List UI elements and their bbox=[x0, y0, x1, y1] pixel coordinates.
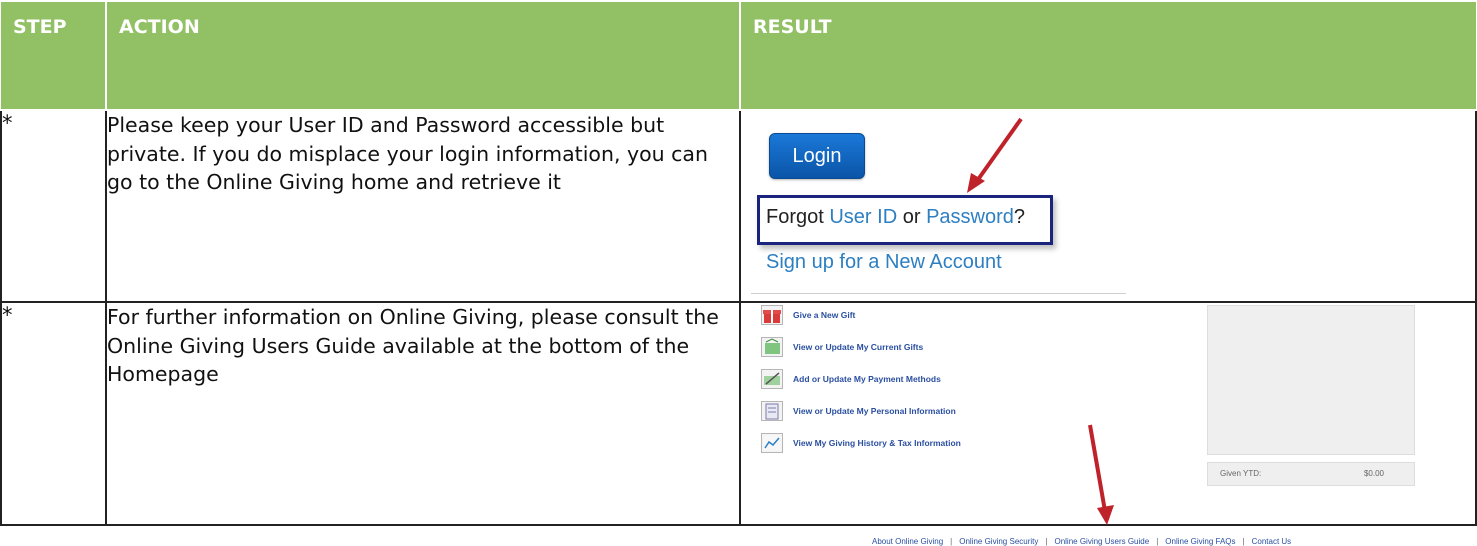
personal-info-icon bbox=[761, 401, 783, 421]
forgot-question-mark: ? bbox=[1013, 206, 1025, 228]
result-cell: Give a New Gift View or Update My Curren… bbox=[739, 301, 1477, 546]
table-header-row: STEP ACTION RESULT bbox=[1, 0, 1477, 111]
homepage-screenshot: Give a New Gift View or Update My Curren… bbox=[741, 303, 1475, 546]
action-text: Please keep your User ID and Password ac… bbox=[105, 109, 741, 303]
menu-item-current-gifts[interactable]: View or Update My Current Gifts bbox=[761, 337, 923, 357]
header-step: STEP bbox=[1, 0, 107, 111]
footer-link-security[interactable]: Online Giving Security bbox=[959, 537, 1038, 546]
step-marker: * bbox=[0, 301, 107, 526]
given-ytd-bar: Given YTD: $0.00 bbox=[1207, 462, 1415, 486]
ytd-value: $0.00 bbox=[1363, 469, 1384, 478]
footer-link-contact[interactable]: Contact Us bbox=[1252, 537, 1292, 546]
footer-separator: | bbox=[1045, 537, 1048, 546]
table-row: * Please keep your User ID and Password … bbox=[0, 109, 1477, 303]
gift-icon bbox=[761, 305, 783, 325]
step-marker: * bbox=[0, 109, 107, 303]
menu-item-giving-history[interactable]: View My Giving History & Tax Information bbox=[761, 433, 961, 453]
user-id-link[interactable]: User ID bbox=[829, 206, 897, 228]
forgot-prefix: Forgot bbox=[766, 206, 830, 228]
menu-item-label: View or Update My Personal Information bbox=[793, 406, 956, 416]
footer-link-faqs[interactable]: Online Giving FAQs bbox=[1165, 537, 1235, 546]
footer-link-about[interactable]: About Online Giving bbox=[872, 537, 943, 546]
footer-separator: | bbox=[1242, 537, 1245, 546]
menu-item-personal-info[interactable]: View or Update My Personal Information bbox=[761, 401, 956, 421]
summary-panel bbox=[1207, 305, 1415, 455]
action-text: For further information on Online Giving… bbox=[105, 301, 741, 526]
footer-links: About Online Giving | Online Giving Securi… bbox=[872, 537, 1291, 546]
login-screenshot: Login Forgot User ID or Password? Sign u… bbox=[741, 111, 1475, 301]
table-row: * For further information on Online Givi… bbox=[0, 301, 1477, 546]
forgot-credentials-text: Forgot User ID or Password? bbox=[766, 206, 1025, 229]
payment-check-icon bbox=[761, 369, 783, 389]
result-cell: Login Forgot User ID or Password? Sign u… bbox=[739, 109, 1477, 303]
red-arrow-icon bbox=[967, 117, 1023, 193]
header-result: RESULT bbox=[739, 0, 1477, 111]
signup-link[interactable]: Sign up for a New Account bbox=[766, 251, 1002, 274]
login-button[interactable]: Login bbox=[769, 133, 865, 179]
header-action: ACTION bbox=[105, 0, 741, 111]
menu-item-label: Add or Update My Payment Methods bbox=[793, 374, 941, 384]
menu-item-label: Give a New Gift bbox=[793, 310, 856, 320]
footer-link-users-guide[interactable]: Online Giving Users Guide bbox=[1054, 537, 1149, 546]
menu-item-give-new-gift[interactable]: Give a New Gift bbox=[761, 305, 855, 325]
menu-item-payment-methods[interactable]: Add or Update My Payment Methods bbox=[761, 369, 941, 389]
forgot-or: or bbox=[897, 206, 927, 228]
history-chart-icon bbox=[761, 433, 783, 453]
red-arrow-icon bbox=[1088, 424, 1114, 525]
password-link[interactable]: Password bbox=[926, 206, 1014, 228]
menu-item-label: View My Giving History & Tax Information bbox=[793, 438, 961, 448]
footer-separator: | bbox=[950, 537, 953, 546]
ytd-label: Given YTD: bbox=[1220, 469, 1262, 478]
instruction-table: STEP ACTION RESULT * Please keep your Us… bbox=[0, 0, 1477, 546]
divider bbox=[751, 293, 1126, 294]
gifts-money-icon bbox=[761, 337, 783, 357]
menu-item-label: View or Update My Current Gifts bbox=[793, 342, 924, 352]
footer-separator: | bbox=[1156, 537, 1159, 546]
